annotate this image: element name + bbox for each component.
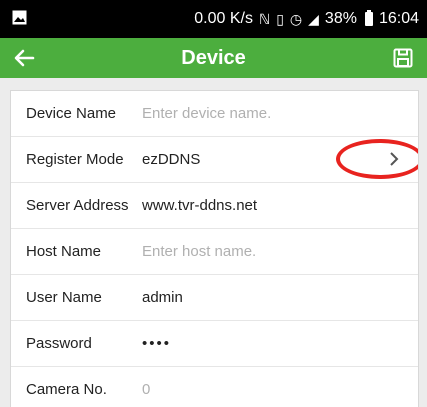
register-mode-label: Register Mode xyxy=(26,151,124,168)
page-title: Device xyxy=(181,46,246,69)
device-name-label: Device Name xyxy=(26,105,117,122)
user-name-input[interactable]: admin xyxy=(142,289,183,306)
clock: 16:04 xyxy=(378,10,419,27)
user-name-label: User Name xyxy=(26,289,102,306)
signal-icon: ◢ xyxy=(308,10,319,27)
server-address-row[interactable]: Server Address www.tvr-ddns.net xyxy=(11,183,418,229)
arrow-left-icon xyxy=(14,49,35,67)
vibrate-icon: ▯ xyxy=(276,10,284,27)
back-button[interactable] xyxy=(10,44,38,72)
status-icons: 0.00 K/s ℕ ▯ ◷ ◢ 38% 16:04 xyxy=(194,0,419,38)
battery-icon xyxy=(364,10,373,26)
nfc-icon: ℕ xyxy=(258,10,271,27)
server-address-value[interactable]: www.tvr-ddns.net xyxy=(142,197,257,214)
password-row[interactable]: Password •••• xyxy=(11,321,418,367)
battery-percent: 38% xyxy=(324,10,357,27)
password-input[interactable]: •••• xyxy=(142,335,171,352)
camera-no-input[interactable]: 0 xyxy=(142,381,150,398)
highlight-ring xyxy=(336,139,418,179)
host-name-input[interactable]: Enter host name. xyxy=(142,243,256,260)
gallery-notification-icon xyxy=(12,10,27,25)
save-button[interactable] xyxy=(391,46,415,70)
alarm-icon: ◷ xyxy=(289,10,303,27)
net-speed: 0.00 K/s xyxy=(194,10,253,27)
password-label: Password xyxy=(26,335,92,352)
host-name-label: Host Name xyxy=(26,243,102,260)
camera-no-label: Camera No. xyxy=(26,381,107,398)
device-form: Device Name Enter device name. Register … xyxy=(10,90,419,407)
app-header: Device xyxy=(0,38,427,78)
save-icon xyxy=(393,48,413,68)
server-address-label: Server Address xyxy=(26,197,129,214)
device-name-input[interactable]: Enter device name. xyxy=(142,105,271,122)
camera-no-row[interactable]: Camera No. 0 xyxy=(11,367,418,407)
register-mode-value[interactable]: ezDDNS xyxy=(142,151,200,168)
device-name-row[interactable]: Device Name Enter device name. xyxy=(11,91,418,137)
host-name-row[interactable]: Host Name Enter host name. xyxy=(11,229,418,275)
user-name-row[interactable]: User Name admin xyxy=(11,275,418,321)
status-bar: 0.00 K/s ℕ ▯ ◷ ◢ 38% 16:04 xyxy=(0,0,427,38)
